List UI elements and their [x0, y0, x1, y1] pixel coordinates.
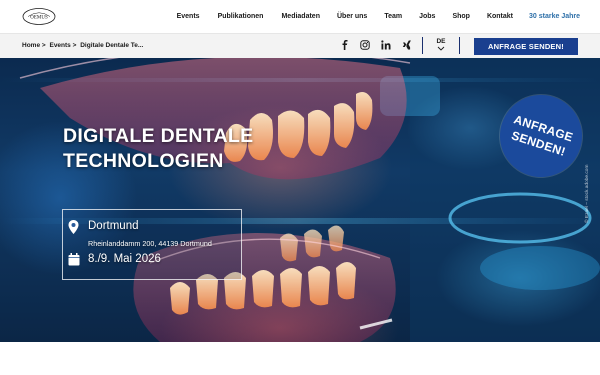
nav-shop[interactable]: Shop — [452, 13, 470, 20]
breadcrumb-events[interactable]: Events > — [49, 42, 76, 49]
divider — [422, 37, 423, 54]
chevron-down-icon — [437, 46, 445, 51]
event-title: DIGITALE DENTALE TECHNOLOGIEN — [63, 124, 253, 174]
breadcrumb: Home > Events > Digitale Dentale Te... — [22, 42, 145, 49]
nav-team[interactable]: Team — [384, 13, 402, 20]
oemus-logo[interactable]: OEMUS — [22, 7, 56, 26]
event-info-box: Dortmund Rheinlanddamm 200, 44139 Dortmu… — [62, 209, 242, 280]
calendar-icon — [68, 253, 80, 266]
xing-icon[interactable] — [402, 40, 412, 50]
nav-30-jahre[interactable]: 30 starke Jahre — [529, 13, 580, 20]
breadcrumb-home[interactable]: Home > — [22, 42, 46, 49]
divider — [459, 37, 460, 54]
anfrage-senden-button[interactable]: ANFRAGE SENDEN! — [474, 38, 578, 55]
instagram-icon[interactable] — [360, 40, 370, 50]
nav-publikationen[interactable]: Publikationen — [218, 13, 264, 20]
svg-text:OEMUS: OEMUS — [30, 16, 48, 21]
facebook-icon[interactable] — [340, 40, 350, 50]
language-code: DE — [436, 38, 446, 45]
nav-events[interactable]: Events — [177, 13, 200, 20]
event-title-line-2: TECHNOLOGIEN — [63, 150, 224, 172]
main-nav: Events Publikationen Mediadaten Über uns… — [177, 0, 580, 33]
linkedin-icon[interactable] — [381, 40, 391, 50]
nav-kontakt[interactable]: Kontakt — [487, 13, 513, 20]
image-credit-text: © Ezael – stock.adobe.com — [585, 164, 590, 223]
event-date: 8./9. Mai 2026 — [88, 253, 161, 265]
breadcrumb-current: Digitale Dentale Te... — [80, 42, 144, 49]
dental-hero-image — [0, 58, 600, 342]
language-selector[interactable]: DE — [434, 38, 448, 51]
nav-jobs[interactable]: Jobs — [419, 13, 435, 20]
event-title-line-1: DIGITALE DENTALE — [63, 125, 254, 147]
event-address: Rheinlanddamm 200, 44139 Dortmund — [88, 239, 212, 248]
event-city: Dortmund — [88, 220, 139, 232]
hero-banner: DIGITALE DENTALE TECHNOLOGIEN Dortmund R… — [0, 58, 600, 342]
image-credit: © Ezael – stock.adobe.com — [583, 153, 593, 223]
nav-mediadaten[interactable]: Mediadaten — [281, 13, 320, 20]
location-pin-icon — [68, 220, 79, 234]
page-content-area — [0, 342, 600, 375]
top-navigation-bar: OEMUS Events Publikationen Mediadaten Üb… — [0, 0, 600, 33]
nav-ueber-uns[interactable]: Über uns — [337, 13, 367, 20]
